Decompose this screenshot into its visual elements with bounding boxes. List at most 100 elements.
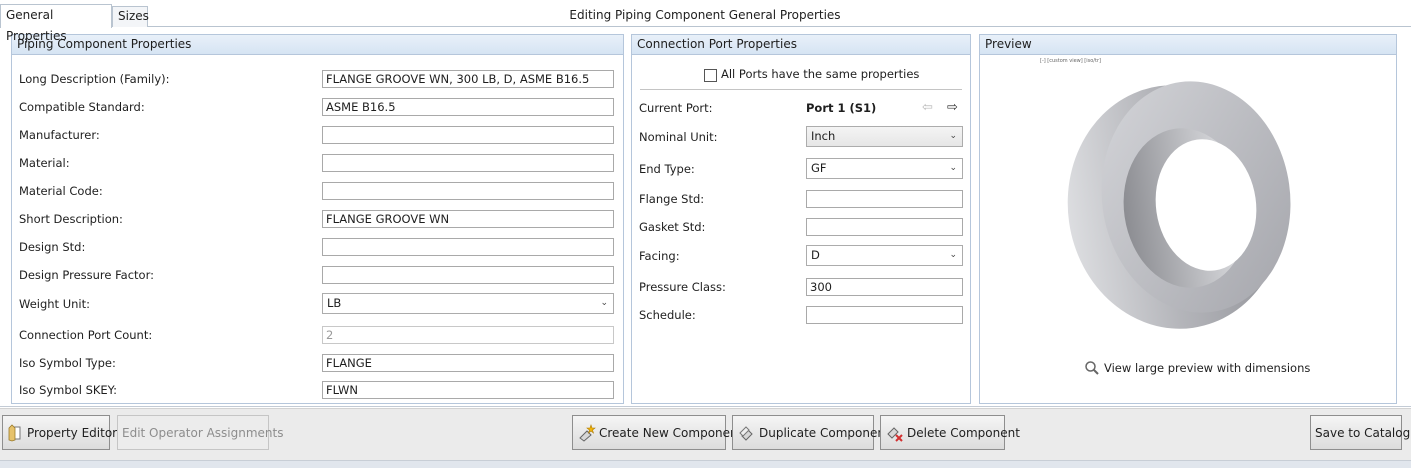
property-text-field[interactable] (322, 154, 614, 172)
property-label: Gasket Std: (639, 220, 706, 234)
port-property-row: End Type: GF ⌄ (639, 158, 964, 179)
delete-component-icon (887, 426, 903, 442)
same-properties-label: All Ports have the same properties (721, 67, 920, 81)
select-value: Inch (811, 129, 836, 143)
property-label: Schedule: (639, 308, 696, 322)
port-text-field[interactable]: 300 (806, 278, 963, 296)
property-text-field[interactable]: FLANGE GROOVE WN (322, 210, 614, 228)
current-port-value: Port 1 (S1) (806, 101, 877, 115)
save-to-catalog-button[interactable]: Save to Catalog (1310, 415, 1410, 450)
chevron-down-icon: ⌄ (949, 131, 957, 141)
preview-view-caption: [-] [custom view] [iso/tr] (1040, 58, 1101, 64)
bottom-toolbar: Property Editor Edit Operator Assignment… (0, 408, 1411, 460)
piping-property-row: Compatible Standard: ASME B16.5 (19, 97, 619, 117)
property-label: Manufacturer: (19, 128, 100, 142)
flange-3d-preview (1067, 81, 1291, 329)
piping-property-row: Material: (19, 153, 619, 173)
piping-property-row: Iso Symbol Type: FLANGE (19, 353, 619, 373)
port-select[interactable]: Inch ⌄ (806, 126, 963, 147)
divider (640, 89, 962, 90)
save-to-catalog-label: Save to Catalog (1315, 425, 1411, 440)
port-property-row: Schedule: (639, 305, 964, 325)
magnifier-icon (1085, 361, 1099, 375)
property-label: Pressure Class: (639, 280, 726, 294)
duplicate-component-button[interactable]: Duplicate Component (732, 415, 890, 450)
property-text-field[interactable]: FLANGE (322, 354, 614, 372)
piping-property-row: Long Description (Family): FLANGE GROOVE … (19, 69, 619, 89)
property-text-field[interactable]: FLWN (322, 381, 614, 399)
pencil-document-icon (8, 423, 21, 441)
piping-property-row: Connection Port Count: 2 (19, 325, 619, 345)
chevron-down-icon: ⌄ (949, 163, 957, 173)
tab-general-properties[interactable]: General Properties (0, 4, 112, 43)
duplicate-component-label: Duplicate Component (759, 425, 890, 440)
port-text-field[interactable] (806, 218, 963, 236)
property-text-field: 2 (322, 326, 614, 344)
new-component-icon (579, 423, 596, 442)
panel-title: Piping Component Properties (12, 35, 623, 55)
property-label: Material Code: (19, 184, 103, 198)
port-property-row: Nominal Unit: Inch ⌄ (639, 126, 964, 147)
property-label: Long Description (Family): (19, 72, 170, 86)
tab-bar: General Properties Sizes Editing Piping … (0, 0, 1411, 43)
property-label: Facing: (639, 249, 680, 263)
property-editor-button[interactable]: Property Editor (2, 415, 117, 450)
current-port-label: Current Port: (639, 101, 713, 115)
property-text-field[interactable]: ASME B16.5 (322, 98, 614, 116)
property-editor-label: Property Editor (27, 425, 118, 440)
property-label: Flange Std: (639, 192, 705, 206)
property-text-field[interactable] (322, 266, 614, 284)
piping-property-row: Design Pressure Factor: (19, 265, 619, 285)
property-label: Weight Unit: (19, 297, 91, 311)
port-select[interactable]: GF ⌄ (806, 158, 963, 179)
property-label: Short Description: (19, 212, 123, 226)
property-label: Nominal Unit: (639, 130, 718, 144)
delete-component-button[interactable]: Delete Component (880, 415, 1020, 450)
property-label: Connection Port Count: (19, 328, 153, 342)
piping-property-row: Weight Unit: LB ⌄ (19, 293, 619, 314)
property-text-field[interactable] (322, 126, 614, 144)
window-title: Editing Piping Component General Propert… (569, 8, 841, 22)
edit-operator-assignments-button[interactable]: Edit Operator Assignments (117, 415, 283, 450)
property-label: End Type: (639, 162, 695, 176)
port-select[interactable]: D ⌄ (806, 245, 963, 266)
select-value: LB (327, 296, 342, 310)
create-new-component-label: Create New Component (599, 425, 743, 440)
status-strip (0, 460, 1411, 468)
property-label: Design Pressure Factor: (19, 268, 154, 282)
property-label: Iso Symbol SKEY: (19, 383, 118, 397)
piping-property-row: Manufacturer: (19, 125, 619, 145)
chevron-down-icon: ⌄ (600, 298, 608, 308)
view-large-preview-label: View large preview with dimensions (1104, 361, 1311, 375)
property-text-field[interactable] (322, 238, 614, 256)
piping-property-row: Short Description: FLANGE GROOVE WN (19, 209, 619, 229)
weight-unit-select[interactable]: LB ⌄ (322, 293, 614, 314)
preview-panel: Preview [-] [custom view] [iso/tr] View … (979, 34, 1397, 404)
property-label: Material: (19, 156, 70, 170)
port-text-field[interactable] (806, 306, 963, 324)
edit-operator-assignments-label: Edit Operator Assignments (122, 425, 284, 440)
select-value: GF (811, 161, 827, 175)
property-label: Compatible Standard: (19, 100, 145, 114)
create-new-component-button[interactable]: Create New Component (572, 415, 742, 450)
panel-title: Connection Port Properties (632, 35, 970, 55)
property-text-field[interactable] (322, 182, 614, 200)
select-value: D (811, 248, 820, 262)
tab-sizes[interactable]: Sizes (112, 6, 149, 27)
delete-component-label: Delete Component (907, 425, 1020, 440)
connection-port-properties-panel: Connection Port Properties All Ports hav… (631, 34, 971, 404)
piping-component-properties-panel: Piping Component Properties Long Descrip… (11, 34, 624, 404)
arrow-left-icon[interactable]: ⇦ (922, 101, 933, 115)
port-property-row: Flange Std: (639, 189, 964, 209)
arrow-right-icon[interactable]: ⇨ (947, 101, 958, 115)
same-properties-checkbox[interactable] (704, 69, 717, 82)
port-text-field[interactable] (806, 190, 963, 208)
port-property-row: Gasket Std: (639, 217, 964, 237)
panel-title: Preview (980, 35, 1396, 55)
duplicate-component-icon (739, 425, 753, 441)
piping-property-row: Iso Symbol SKEY: FLWN (19, 380, 619, 400)
piping-property-row: Design Std: (19, 237, 619, 257)
current-port-row: Current Port: Port 1 (S1) ⇦ ⇨ (639, 98, 964, 118)
property-text-field[interactable]: FLANGE GROOVE WN, 300 LB, D, ASME B16.5 (322, 70, 614, 88)
view-large-preview-link[interactable]: View large preview with dimensions (1084, 360, 1310, 376)
